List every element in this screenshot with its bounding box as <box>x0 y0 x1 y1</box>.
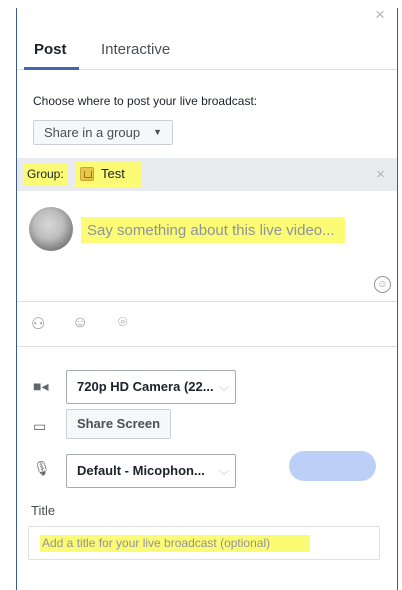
share-destination-value: Share in a group <box>44 125 141 140</box>
location-icon[interactable]: ⌾ <box>118 314 128 332</box>
composer-toolbar: ⚇ ☺ ⌾ <box>17 301 397 347</box>
avatar <box>29 207 73 251</box>
caret-down-icon: ▼ <box>153 127 162 137</box>
share-screen-button[interactable]: Share Screen <box>66 409 171 439</box>
tab-bar: Post Interactive <box>17 8 397 70</box>
group-name: Test <box>101 166 125 181</box>
tab-post[interactable]: Post <box>34 41 67 58</box>
monitor-icon: ▭ <box>33 418 47 434</box>
group-label: Group: <box>23 164 68 185</box>
chevron-down-icon: ⌵ <box>219 463 229 478</box>
status-input[interactable] <box>81 217 345 243</box>
group-icon <box>80 167 94 181</box>
camera-select[interactable]: 720p HD Camera (22... ⌵ <box>66 370 236 404</box>
camera-icon: ■◂ <box>33 378 49 394</box>
title-label: Title <box>31 503 56 518</box>
title-placeholder: Add a title for your live broadcast (opt… <box>40 535 310 552</box>
title-field[interactable]: Add a title for your live broadcast (opt… <box>28 526 380 560</box>
go-live-button[interactable] <box>289 451 376 481</box>
group-row: Group: Test × <box>17 158 397 191</box>
live-broadcast-panel: × Post Interactive Choose where to post … <box>16 8 398 590</box>
chevron-down-icon: ⌵ <box>219 379 229 394</box>
share-destination-select[interactable]: Share in a group ▼ <box>33 120 173 145</box>
tag-people-icon[interactable]: ⚇ <box>31 314 45 334</box>
microphone-select[interactable]: Default - Micophon... ⌵ <box>66 454 236 488</box>
emoji-icon[interactable]: ☺ <box>374 276 391 293</box>
selected-group-chip[interactable]: Test <box>75 162 141 187</box>
microphone-select-value: Default - Micophon... <box>77 463 205 478</box>
feeling-icon[interactable]: ☺ <box>72 314 88 332</box>
post-destination-prompt: Choose where to post your live broadcast… <box>33 94 258 108</box>
remove-group-icon[interactable]: × <box>376 166 385 183</box>
tab-interactive[interactable]: Interactive <box>101 41 170 58</box>
microphone-icon: 🎙 <box>33 460 51 476</box>
active-tab-indicator <box>24 67 79 70</box>
camera-select-value: 720p HD Camera (22... <box>77 379 214 394</box>
